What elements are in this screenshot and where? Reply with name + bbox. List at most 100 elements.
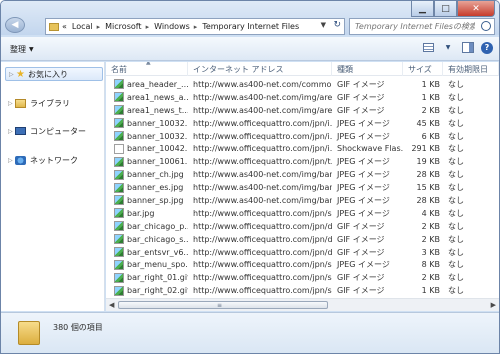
breadcrumb-microsoft[interactable]: Microsoft ▸ — [105, 22, 149, 31]
file-type-cell: JPEG イメージ — [337, 208, 390, 218]
image-file-icon — [114, 156, 124, 167]
star-icon: ★ — [16, 68, 25, 80]
column-header-address[interactable]: インターネット アドレス — [188, 62, 332, 76]
file-type-cell: GIF イメージ — [337, 105, 385, 115]
scroll-left-icon[interactable]: ◀ — [109, 301, 114, 309]
file-row[interactable]: area1_news_t... http://www.as400-net.com/… — [106, 104, 499, 117]
file-expires-cell: なし — [448, 131, 464, 141]
file-row[interactable]: bar_right_02.gif http://www.officequattro… — [106, 284, 499, 297]
file-size-cell: 45 KB — [416, 118, 440, 128]
scrollbar-thumb[interactable]: ≡ — [118, 301, 328, 309]
search-input[interactable] — [355, 22, 475, 31]
file-name: bar_entsvr_v6... — [127, 247, 188, 257]
file-url-cell: http://www.as400-net.com/img/ban... — [193, 170, 332, 180]
column-header-expires[interactable]: 有効期限日 — [443, 62, 499, 76]
address-bar[interactable]: « Local ▸ Microsoft ▸ Windows ▸ Temporary I… — [45, 18, 345, 35]
image-file-icon — [114, 131, 124, 141]
file-name: area1_news_t... — [127, 105, 188, 115]
file-row[interactable]: banner_10032... http://www.officequattro.… — [106, 117, 499, 130]
details-pane: 380 個の項目 — [1, 312, 499, 353]
file-name-cell: area1_news_a... — [106, 92, 188, 103]
file-name: banner_ch.jpg — [127, 170, 184, 180]
close-button[interactable]: ✕ — [457, 1, 495, 17]
nav-item-computer[interactable]: ▷ コンピューター — [8, 124, 86, 138]
file-row[interactable]: banner_10042... http://www.officequattro.… — [106, 142, 499, 155]
file-expires-cell: なし — [448, 105, 464, 115]
breadcrumb-windows[interactable]: Windows ▸ — [154, 22, 197, 31]
file-url-cell: http://www.as400-net.com/commo... — [193, 79, 332, 89]
file-row[interactable]: banner_10032... http://www.officequattro.… — [106, 130, 499, 143]
organize-button[interactable]: 整理 ▼ — [10, 44, 34, 55]
breadcrumb-local[interactable]: Local ▸ — [72, 22, 100, 31]
breadcrumb-temporary-internet-files[interactable]: Temporary Internet Files — [202, 22, 299, 31]
file-name-cell: area_header_... — [106, 79, 188, 90]
nav-item-favorites[interactable]: ▷ ★ お気に入り — [5, 67, 103, 81]
breadcrumb-overflow[interactable]: « — [62, 22, 67, 31]
help-icon[interactable]: ? — [481, 41, 493, 54]
horizontal-scrollbar[interactable]: ◀ ≡ ▶ — [106, 298, 499, 311]
file-type-cell: GIF イメージ — [337, 273, 385, 283]
image-file-icon — [114, 105, 124, 116]
file-size-cell: 1 KB — [421, 286, 440, 296]
search-box[interactable] — [349, 18, 495, 35]
file-list: ▲ 名前 インターネット アドレス 種類 サイズ 有効期限日 area_head… — [106, 62, 499, 311]
file-expires-cell: なし — [448, 144, 464, 154]
chevron-right-icon[interactable]: ▸ — [146, 23, 150, 31]
view-dropdown-icon[interactable]: ▼ — [441, 41, 455, 54]
expand-arrow-icon[interactable]: ▷ — [8, 157, 15, 164]
maximize-button[interactable]: □ — [434, 1, 457, 17]
image-file-icon — [114, 221, 124, 232]
file-type-cell: JPEG イメージ — [337, 195, 390, 205]
nav-item-libraries[interactable]: ▷ ライブラリ — [8, 96, 70, 110]
address-dropdown-icon[interactable]: ▼ — [321, 21, 326, 29]
file-name: bar_chicago_s... — [127, 234, 188, 244]
refresh-icon[interactable]: ↻ — [333, 20, 341, 30]
file-row[interactable]: banner_ch.jpg http://www.as400-net.com/im… — [106, 168, 499, 181]
file-expires-cell: なし — [448, 92, 464, 102]
file-url-cell: http://www.officequattro.com/jpn/d... — [193, 234, 332, 244]
file-row[interactable]: bar_right_01.gif http://www.officequattro… — [106, 271, 499, 284]
change-view-button[interactable] — [421, 41, 435, 54]
nav-item-network[interactable]: ▷ ネットワーク — [8, 153, 78, 167]
file-name-cell: bar_menu_spo... — [106, 259, 188, 270]
expand-arrow-icon[interactable]: ▷ — [8, 100, 15, 107]
file-row[interactable]: bar_entsvr_v6... http://www.officequattro… — [106, 246, 499, 259]
file-size-cell: 1 KB — [421, 79, 440, 89]
file-row[interactable]: area_header_... http://www.as400-net.com/… — [106, 78, 499, 91]
column-header-size[interactable]: サイズ — [403, 62, 443, 76]
image-file-icon — [114, 182, 124, 193]
file-row[interactable]: bar_chicago_s... http://www.officequattro… — [106, 233, 499, 246]
file-name-cell: area1_news_t... — [106, 105, 188, 116]
search-icon[interactable] — [481, 21, 491, 31]
expand-arrow-icon[interactable]: ▷ — [8, 128, 15, 135]
file-row[interactable]: banner_sp.jpg http://www.as400-net.com/im… — [106, 194, 499, 207]
file-row[interactable]: bar_chicago_p... http://www.officequattro… — [106, 220, 499, 233]
file-expires-cell: なし — [448, 170, 464, 180]
file-expires-cell: なし — [448, 79, 464, 89]
file-row[interactable]: area1_news_a... http://www.as400-net.com/… — [106, 91, 499, 104]
column-header-type[interactable]: 種類 — [332, 62, 403, 76]
file-row[interactable]: bar_menu_spo... http://www.officequattro.… — [106, 258, 499, 271]
file-row[interactable]: banner_es.jpg http://www.as400-net.com/im… — [106, 181, 499, 194]
minimize-button[interactable]: ▁ — [411, 1, 434, 17]
file-type-cell: Shockwave Flas... — [337, 144, 403, 154]
file-name-cell: banner_sp.jpg — [106, 195, 188, 206]
file-expires-cell: なし — [448, 221, 464, 231]
file-expires-cell: なし — [448, 118, 464, 128]
chevron-right-icon[interactable]: ▸ — [97, 23, 101, 31]
image-file-icon — [114, 118, 124, 129]
file-row[interactable]: banner_10061... http://www.officequattro.… — [106, 155, 499, 168]
column-header-name[interactable]: ▲ 名前 — [106, 62, 188, 76]
back-button[interactable]: ◀ — [5, 17, 25, 33]
file-type-cell: JPEG イメージ — [337, 170, 390, 180]
expand-arrow-icon[interactable]: ▷ — [9, 71, 16, 78]
scroll-right-icon[interactable]: ▶ — [491, 301, 496, 309]
file-name: banner_10032... — [127, 118, 188, 128]
chevron-right-icon[interactable]: ▸ — [194, 23, 198, 31]
preview-pane-button[interactable] — [461, 41, 475, 54]
sort-arrow-icon: ▲ — [146, 62, 151, 66]
file-expires-cell: なし — [448, 247, 464, 257]
file-name: banner_10032... — [127, 131, 188, 141]
views-icon — [422, 43, 434, 52]
file-row[interactable]: bar.jpg http://www.officequattro.com/jpn/… — [106, 207, 499, 220]
